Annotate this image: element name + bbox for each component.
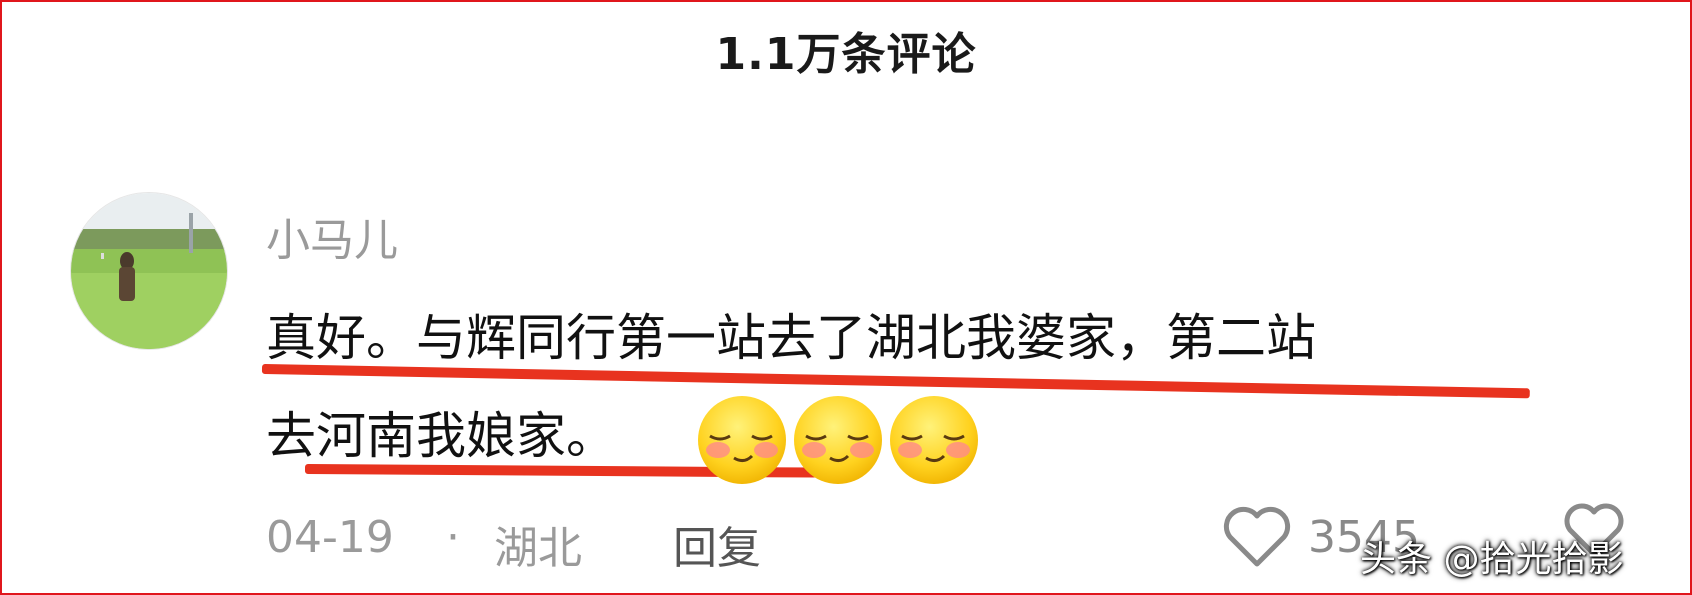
comment-date: 04-19 bbox=[266, 512, 394, 563]
avatar[interactable] bbox=[70, 192, 228, 350]
reply-button[interactable]: 回复 bbox=[673, 512, 761, 576]
meta-separator: · bbox=[446, 512, 460, 563]
comment-username[interactable]: 小马儿 bbox=[266, 204, 398, 268]
comment-text-line-2: 去河南我娘家。 bbox=[266, 407, 616, 465]
avatar-photo bbox=[71, 193, 227, 349]
shy-smile-emoji-icon bbox=[890, 396, 978, 484]
comment-text-line-1: 真好。与辉同行第一站去了湖北我婆家，第二站 bbox=[266, 309, 1316, 367]
comments-count-title: 1.1万条评论 bbox=[715, 29, 977, 80]
shy-smile-emoji-icon bbox=[698, 396, 786, 484]
comment-location: 湖北 bbox=[494, 523, 582, 574]
shy-smile-emoji-icon bbox=[794, 396, 882, 484]
heart-icon[interactable] bbox=[1222, 504, 1292, 570]
watermark: 头条 @拾光拾影 bbox=[1360, 539, 1624, 580]
